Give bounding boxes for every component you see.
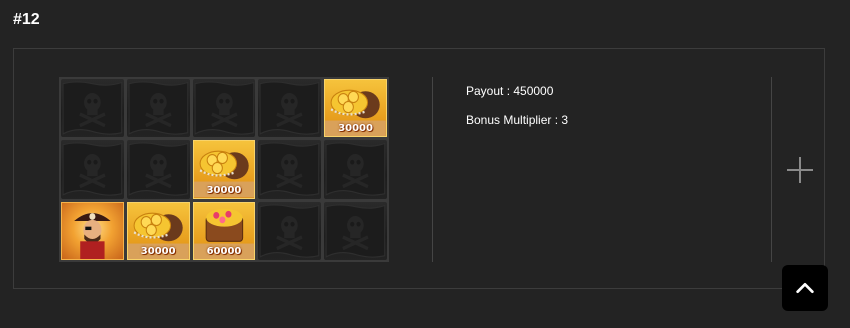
payout-text: Payout : 450000 [466, 84, 554, 98]
skull-flag-symbol [61, 79, 124, 138]
divider [432, 77, 433, 262]
skull-flag-symbol [324, 201, 387, 260]
treasure-chest-symbol: 60000 [192, 201, 256, 260]
slot-grid: 30000 30000 30000 60000 [59, 77, 389, 262]
treasure-coins-symbol: 30000 [126, 201, 190, 260]
chevron-up-icon [796, 282, 814, 294]
expand-button[interactable] [785, 155, 815, 185]
symbol-value: 30000 [338, 123, 373, 135]
pirate-captain-symbol [61, 201, 124, 260]
skull-flag-symbol [258, 140, 322, 199]
treasure-coins-symbol: 30000 [192, 140, 256, 199]
skull-flag-symbol [61, 140, 124, 199]
bonus-multiplier-text: Bonus Multiplier : 3 [466, 113, 569, 127]
round-info: Payout : 450000 Bonus Multiplier : 3 [466, 84, 568, 142]
skull-flag-symbol [192, 79, 256, 138]
skull-flag-symbol [258, 201, 322, 260]
skull-flag-symbol [126, 79, 190, 138]
divider [771, 77, 772, 262]
symbol-value: 30000 [140, 245, 176, 257]
skull-flag-symbol [126, 140, 190, 199]
symbol-value: 30000 [206, 184, 242, 196]
skull-flag-symbol [324, 140, 387, 199]
round-title: #12 [13, 11, 40, 28]
symbol-value: 60000 [206, 245, 242, 257]
scroll-to-top-button[interactable] [782, 265, 828, 311]
skull-flag-symbol [258, 79, 322, 138]
treasure-coins-symbol: 30000 [324, 79, 387, 138]
plus-icon [787, 157, 813, 183]
